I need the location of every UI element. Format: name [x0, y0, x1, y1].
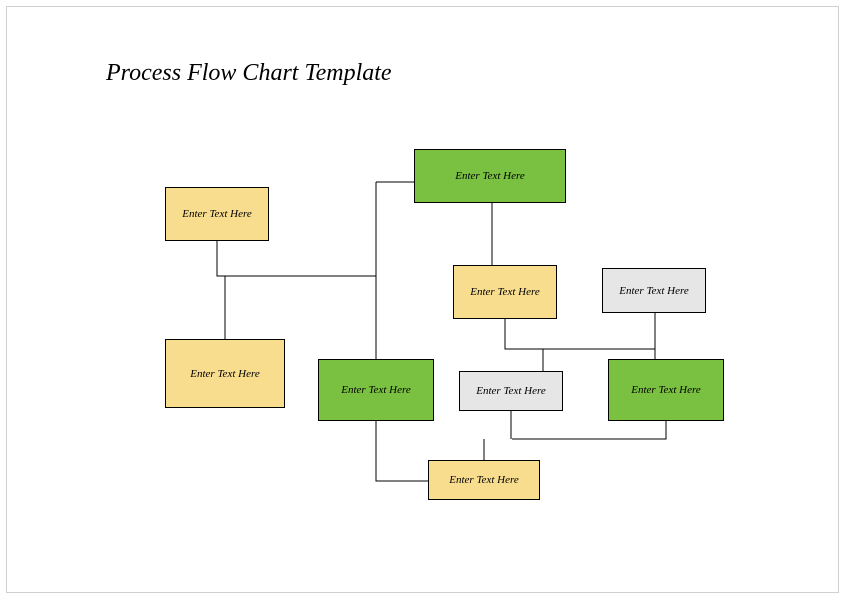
flow-node-label: Enter Text Here — [449, 474, 518, 486]
flow-node-label: Enter Text Here — [631, 384, 700, 396]
flow-node-n1[interactable]: Enter Text Here — [165, 187, 269, 241]
flow-node-label: Enter Text Here — [455, 170, 524, 182]
page-frame: Process Flow Chart Template Enter Text H… — [6, 6, 839, 593]
flow-node-label: Enter Text Here — [470, 286, 539, 298]
flow-node-label: Enter Text Here — [341, 384, 410, 396]
flow-node-label: Enter Text Here — [182, 208, 251, 220]
connector-9 — [376, 421, 428, 481]
flow-node-n6[interactable]: Enter Text Here — [318, 359, 434, 421]
flow-node-n9[interactable]: Enter Text Here — [428, 460, 540, 500]
page-title: Process Flow Chart Template — [106, 60, 392, 87]
flow-node-n2[interactable]: Enter Text Here — [414, 149, 566, 203]
flow-node-n8[interactable]: Enter Text Here — [608, 359, 724, 421]
flow-node-n4[interactable]: Enter Text Here — [602, 268, 706, 313]
flow-node-n7[interactable]: Enter Text Here — [459, 371, 563, 411]
flow-node-label: Enter Text Here — [190, 368, 259, 380]
connector-10 — [512, 421, 666, 439]
flow-node-n3[interactable]: Enter Text Here — [453, 265, 557, 319]
flow-node-n5[interactable]: Enter Text Here — [165, 339, 285, 408]
flow-node-label: Enter Text Here — [476, 385, 545, 397]
connectors-layer — [7, 7, 840, 594]
flow-node-label: Enter Text Here — [619, 285, 688, 297]
